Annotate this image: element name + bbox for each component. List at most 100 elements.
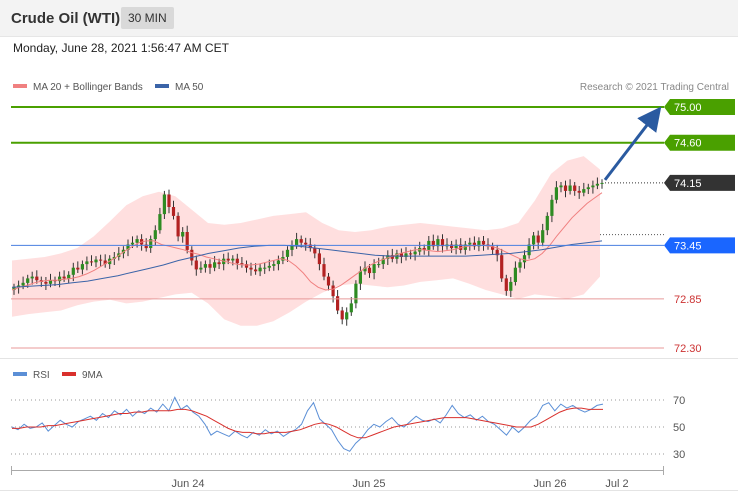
candle-body: [176, 215, 180, 237]
level-tag-73-45-label: 73.45: [674, 240, 702, 252]
candle-body: [481, 240, 486, 245]
candle-body: [130, 242, 135, 245]
candle-body: [577, 190, 581, 193]
candle-body: [304, 242, 308, 245]
candle-body: [263, 267, 267, 269]
rsi-tick-70: 70: [673, 395, 685, 407]
candle-body: [62, 276, 66, 279]
candle-body: [317, 253, 321, 265]
rsi-tick-50: 50: [673, 422, 685, 434]
candle-body: [199, 267, 203, 270]
ma20-legend-swatch: [13, 84, 27, 88]
credit-label: Research © 2021 Trading Central: [580, 82, 729, 93]
rsi-tick-30: 30: [673, 449, 685, 461]
candle-body: [76, 267, 80, 270]
rsi-legend: RSI 9MA: [13, 370, 103, 381]
candle-body: [468, 242, 472, 245]
candle-body: [258, 267, 262, 272]
candle-body: [377, 264, 381, 266]
candle-body: [185, 232, 189, 250]
candle-body: [541, 230, 545, 243]
candle-body: [44, 281, 48, 284]
x-tick-jul-2: Jul 2: [605, 478, 628, 490]
candle-body: [582, 189, 586, 193]
candle-body: [285, 249, 290, 257]
candle-body: [536, 235, 540, 243]
candle-body: [563, 185, 568, 191]
level-tag-74-15: 74.15: [664, 174, 735, 191]
candle-body: [208, 264, 212, 268]
candle-body: [586, 187, 590, 190]
ma50-legend-label: MA 50: [175, 82, 204, 93]
candle-body: [254, 269, 258, 272]
price-legend: MA 20 + Bollinger Bands MA 50: [13, 82, 204, 93]
candle-body: [158, 214, 162, 231]
x-tick-jun-26: Jun 26: [533, 478, 566, 490]
candle-body: [153, 230, 157, 240]
candle-body: [48, 280, 53, 284]
candle-body: [349, 303, 353, 313]
candle-body: [600, 182, 604, 184]
candle-body: [267, 265, 271, 268]
candle-body: [573, 185, 577, 191]
rsi-ma-legend-swatch: [62, 372, 76, 376]
candle-body: [235, 258, 239, 264]
rsi-ma-legend-label: 9MA: [82, 370, 103, 381]
candle-body: [367, 267, 372, 274]
candle-body: [509, 281, 513, 291]
candle-body: [559, 185, 563, 188]
candle-body: [545, 215, 549, 231]
candle-body: [336, 296, 340, 311]
candle-body: [67, 274, 71, 279]
candle-body: [272, 264, 276, 266]
rsi-ma-line: [12, 407, 603, 439]
candle-body: [527, 244, 531, 256]
rsi-legend-swatch: [13, 372, 27, 376]
candle-body: [94, 259, 98, 263]
candle-body: [240, 263, 244, 265]
candle-body: [135, 239, 139, 243]
candle-body: [322, 264, 326, 277]
level-tag-72-30-label: 72.30: [674, 343, 702, 355]
candle-body: [550, 199, 554, 216]
level-tag-73-45: 73.45: [664, 237, 735, 254]
candle-body: [500, 255, 504, 279]
level-tag-74-15-label: 74.15: [674, 178, 702, 190]
candle-body: [71, 267, 75, 275]
projection-arrow: [603, 106, 662, 181]
candle-body: [313, 248, 317, 254]
candle-body: [85, 261, 89, 265]
candle-body: [171, 207, 176, 216]
candle-body: [413, 251, 417, 255]
level-tag-72-85-label: 72.85: [674, 294, 702, 306]
candle-body: [522, 255, 527, 263]
candle-body: [513, 267, 517, 282]
candle-body: [231, 258, 235, 261]
candle-body: [203, 264, 207, 268]
candle-body: [26, 278, 30, 283]
candle-body: [99, 259, 103, 261]
candle-body: [80, 264, 84, 270]
candle-body: [89, 261, 94, 263]
candle-body: [331, 285, 335, 297]
candle-body: [194, 260, 198, 270]
candle-body: [504, 278, 508, 291]
candle-body: [372, 264, 376, 273]
candle-body: [354, 283, 358, 304]
level-tag-74-60-label: 74.60: [674, 138, 702, 150]
candle-body: [276, 260, 280, 265]
candle-body: [249, 267, 253, 270]
candle-body: [167, 194, 171, 207]
candle-body: [358, 271, 362, 284]
rsi-line: [11, 396, 604, 452]
candle-body: [21, 282, 25, 286]
candle-body: [181, 232, 185, 237]
candle-body: [226, 258, 230, 261]
ma50-legend-swatch: [155, 84, 169, 88]
candle-body: [345, 312, 349, 320]
candle-body: [162, 194, 166, 215]
candle-body: [217, 262, 221, 265]
candle-body: [595, 183, 599, 186]
level-tag-75-00-label: 75.00: [674, 102, 702, 114]
candle-body: [340, 310, 344, 320]
